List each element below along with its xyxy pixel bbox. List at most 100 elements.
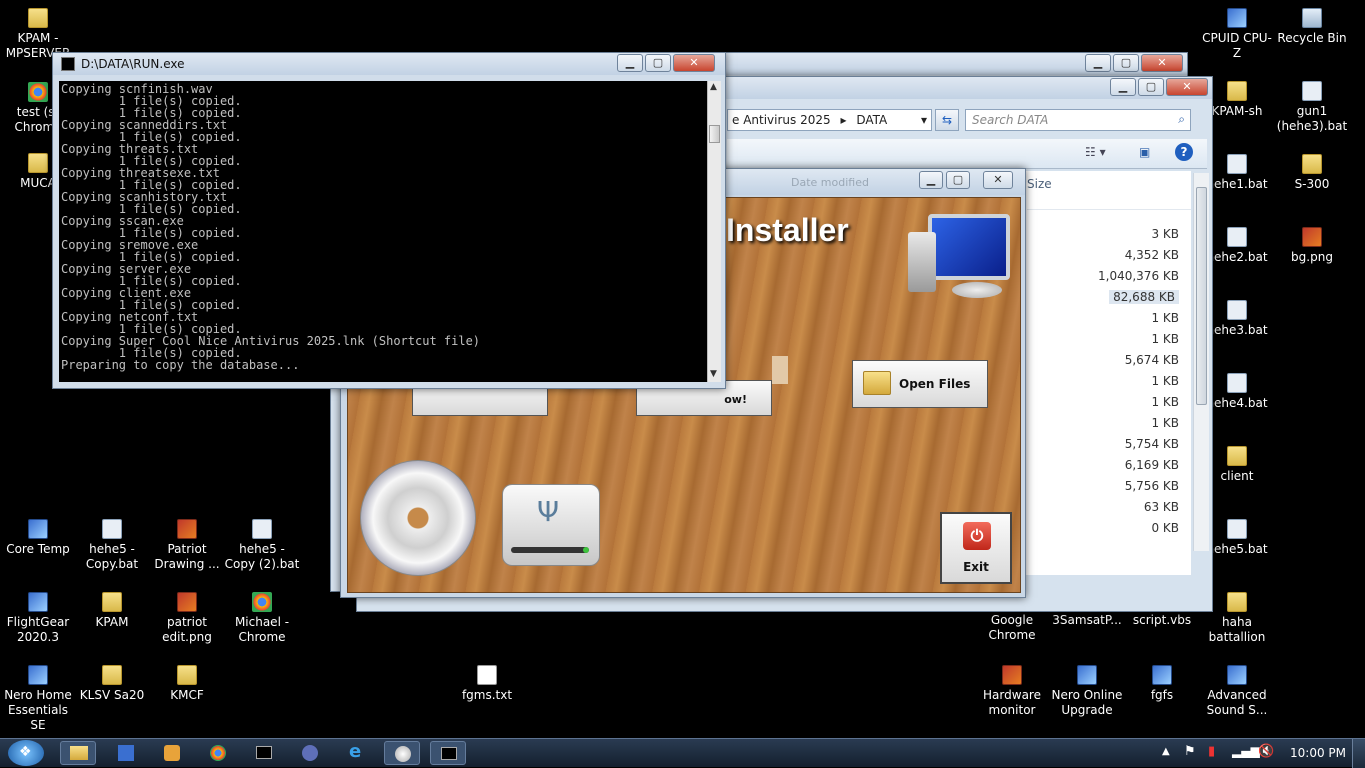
taskbar: ❖ e ▲ ⚑ ▮ ▂▄▆ 🔇 10:00 PM bbox=[0, 738, 1365, 768]
console-line: Preparing to copy the database... bbox=[61, 358, 300, 372]
column-header-size[interactable]: Size bbox=[1027, 177, 1052, 191]
computer-monitor-icon bbox=[904, 212, 1014, 308]
installer-title: Installer bbox=[726, 212, 849, 248]
preview-pane-icon[interactable]: ▣ bbox=[1139, 145, 1150, 159]
bat-file-icon bbox=[1227, 300, 1247, 320]
desktop-icon-michael-chrome[interactable]: Michael - Chrome bbox=[224, 592, 300, 645]
maximize-button[interactable]: ▢ bbox=[1113, 54, 1139, 72]
file-size-cell: 1 KB bbox=[1151, 332, 1179, 346]
file-size-cell: 5,674 KB bbox=[1124, 353, 1179, 367]
show-hidden-icons-icon[interactable]: ▲ bbox=[1162, 746, 1170, 757]
exit-button[interactable]: ⏻ Exit bbox=[940, 512, 1012, 584]
app-icon bbox=[1227, 8, 1247, 28]
folder-icon bbox=[28, 153, 48, 173]
desktop-icon-recycle-bin[interactable]: Recycle Bin bbox=[1274, 8, 1350, 46]
cd-disc-icon bbox=[360, 460, 476, 576]
search-input[interactable]: Search DATA ⌕ bbox=[965, 109, 1191, 131]
battery-icon[interactable]: ▮ bbox=[1208, 744, 1215, 759]
taskbar-console-icon[interactable] bbox=[430, 741, 466, 765]
desktop-icon-flightgear[interactable]: FlightGear 2020.3 bbox=[0, 592, 76, 645]
show-desktop-button[interactable] bbox=[1352, 739, 1365, 768]
console-scrollbar[interactable]: ▲ ▼ bbox=[707, 81, 721, 382]
taskbar-app-icon[interactable] bbox=[108, 741, 144, 765]
minimize-button[interactable]: ▁ bbox=[1085, 54, 1111, 72]
open-files-button[interactable]: Open Files bbox=[852, 360, 988, 408]
minimize-button[interactable]: ▁ bbox=[919, 171, 943, 189]
console-text: Copying scnfinish.wav 1 file(s) copied. … bbox=[61, 83, 480, 371]
png-file-icon bbox=[177, 592, 197, 612]
network-icon[interactable]: ▂▄▆ bbox=[1232, 744, 1260, 758]
taskbar-explorer-icon[interactable] bbox=[60, 741, 96, 765]
refresh-button[interactable]: ⇆ bbox=[935, 109, 959, 131]
console-window[interactable]: D:\DATA\RUN.exe ▁ ▢ ✕ Copying scnfinish.… bbox=[52, 52, 726, 389]
desktop-icon-hardware-monitor[interactable]: Hardware monitor bbox=[974, 665, 1050, 718]
folder-icon bbox=[1227, 81, 1247, 101]
maximize-button[interactable]: ▢ bbox=[645, 54, 671, 72]
taskbar-chrome-icon[interactable] bbox=[200, 741, 236, 765]
folder-icon bbox=[177, 665, 197, 685]
file-size-cell: 82,688 KB bbox=[1109, 290, 1179, 304]
taskbar-media-player-icon[interactable] bbox=[154, 741, 190, 765]
clock[interactable]: 10:00 PM bbox=[1290, 746, 1346, 760]
taskbar-app2-icon[interactable] bbox=[292, 741, 328, 765]
breadcrumb-parent[interactable]: e Antivirus 2025 bbox=[732, 113, 831, 127]
start-button[interactable]: ❖ bbox=[8, 740, 44, 766]
view-options-icon[interactable]: ☷ ▾ bbox=[1085, 145, 1106, 159]
desktop-icon-cpuz[interactable]: CPUID CPU-Z bbox=[1199, 8, 1275, 61]
bat-file-icon bbox=[1227, 519, 1247, 539]
action-center-flag-icon[interactable]: ⚑ bbox=[1184, 744, 1196, 759]
scroll-up-icon[interactable]: ▲ bbox=[710, 82, 717, 92]
close-button[interactable]: ✕ bbox=[673, 54, 715, 72]
file-size-cell: 6,169 KB bbox=[1124, 458, 1179, 472]
minimize-button[interactable]: ▁ bbox=[617, 54, 643, 72]
vertical-scrollbar[interactable] bbox=[1193, 173, 1209, 551]
address-bar[interactable]: e Antivirus 2025 ▸ DATA ▾ bbox=[727, 109, 932, 131]
desktop-icon-patriot-edit[interactable]: patriot edit.png bbox=[149, 592, 225, 645]
volume-muted-icon[interactable]: 🔇 bbox=[1258, 744, 1274, 759]
desktop-icon-fgms[interactable]: fgms.txt bbox=[449, 665, 525, 703]
desktop-icon-patriot-drawing[interactable]: Patriot Drawing ... bbox=[149, 519, 225, 572]
desktop-icon-s300[interactable]: S-300 bbox=[1274, 154, 1350, 192]
chevron-down-icon[interactable]: ▾ bbox=[921, 110, 927, 130]
taskbar-ie-icon[interactable]: e bbox=[338, 741, 374, 765]
bat-file-icon bbox=[1227, 154, 1247, 174]
maximize-button[interactable]: ▢ bbox=[1138, 78, 1164, 96]
folder-icon bbox=[102, 665, 122, 685]
folder-icon bbox=[28, 8, 48, 28]
bat-file-icon bbox=[1227, 373, 1247, 393]
scrollbar-thumb[interactable] bbox=[1196, 187, 1207, 405]
close-button[interactable]: ✕ bbox=[1141, 54, 1183, 72]
desktop-icon-google-chrome[interactable]: Google Chrome bbox=[974, 613, 1050, 643]
txt-file-icon bbox=[477, 665, 497, 685]
app-icon bbox=[1152, 665, 1172, 685]
scrollbar-thumb[interactable] bbox=[709, 125, 720, 143]
desktop-icon-bg-png[interactable]: bg.png bbox=[1274, 227, 1350, 265]
help-icon[interactable]: ? bbox=[1175, 143, 1193, 161]
desktop-icon-klsv[interactable]: KLSV Sa20 bbox=[74, 665, 150, 703]
minimize-button[interactable]: ▁ bbox=[1110, 78, 1136, 96]
taskbar-cmd-icon[interactable] bbox=[246, 741, 282, 765]
close-button[interactable]: ✕ bbox=[983, 171, 1013, 189]
taskbar-installer-icon[interactable] bbox=[384, 741, 420, 765]
desktop-icon-advanced-sound[interactable]: Advanced Sound S... bbox=[1199, 665, 1275, 718]
desktop-icon-core-temp[interactable]: Core Temp bbox=[0, 519, 76, 557]
scroll-down-icon[interactable]: ▼ bbox=[710, 369, 717, 379]
desktop-icon-script-vbs[interactable]: script.vbs bbox=[1124, 613, 1200, 628]
desktop-icon-nero-home[interactable]: Nero Home Essentials SE bbox=[0, 665, 76, 733]
desktop-icon-fgfs[interactable]: fgfs bbox=[1124, 665, 1200, 703]
desktop-icon-gun1[interactable]: gun1 (hehe3).bat bbox=[1274, 81, 1350, 134]
file-size-cell: 4,352 KB bbox=[1124, 248, 1179, 262]
desktop-icon-kmcf[interactable]: KMCF bbox=[149, 665, 225, 703]
recycle-bin-icon bbox=[1302, 8, 1322, 28]
file-size-cell: 1 KB bbox=[1151, 416, 1179, 430]
desktop-icon-hehe5-copy-2[interactable]: hehe5 - Copy (2).bat bbox=[224, 519, 300, 572]
desktop-icon-3samsat[interactable]: 3SamsatP... bbox=[1049, 613, 1125, 628]
console-output[interactable]: Copying scnfinish.wav 1 file(s) copied. … bbox=[59, 81, 707, 382]
desktop-icon-kpam[interactable]: KPAM bbox=[74, 592, 150, 630]
desktop-icon-hehe5-copy[interactable]: hehe5 - Copy.bat bbox=[74, 519, 150, 572]
close-button[interactable]: ✕ bbox=[1166, 78, 1208, 96]
desktop-icon-nero-online[interactable]: Nero Online Upgrade bbox=[1049, 665, 1125, 718]
breadcrumb-current[interactable]: DATA bbox=[856, 113, 887, 127]
maximize-button[interactable]: ▢ bbox=[946, 171, 970, 189]
console-title: D:\DATA\RUN.exe bbox=[81, 57, 185, 71]
